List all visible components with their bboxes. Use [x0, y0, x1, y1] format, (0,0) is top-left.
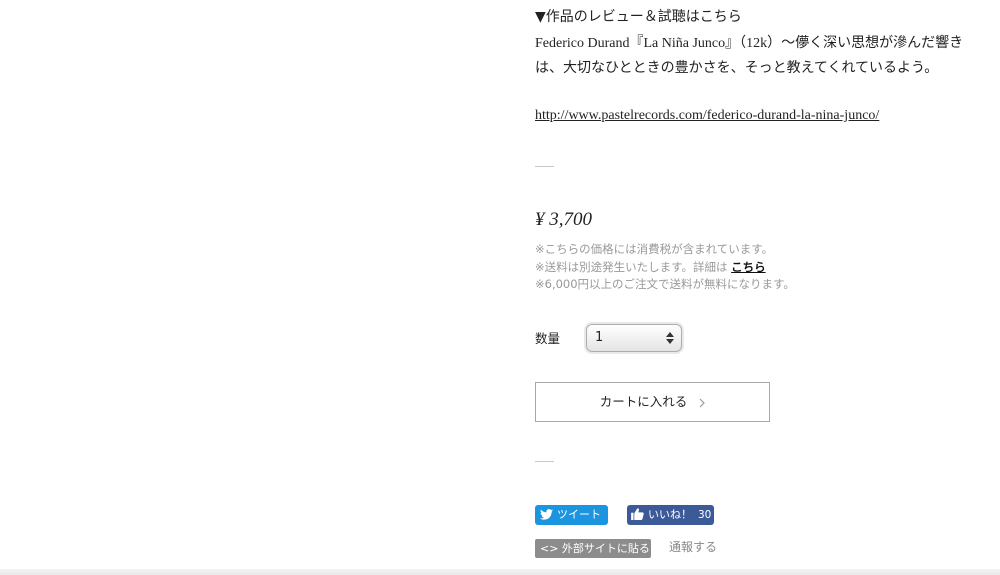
twitter-bird-icon	[540, 509, 553, 520]
bottom-shadow	[0, 569, 1000, 575]
like-button[interactable]: いいね！ 30	[627, 505, 714, 525]
like-label: いいね！	[648, 508, 692, 521]
review-text: Federico Durand『La Niña Junco』（12k）〜儚く深い…	[535, 36, 964, 76]
add-to-cart-button[interactable]: カートに入れる	[535, 382, 770, 422]
shipping-details-link[interactable]: こちら	[731, 260, 766, 274]
report-link[interactable]: 通報する	[669, 538, 717, 557]
tweet-button[interactable]: ツイート	[535, 505, 608, 525]
shipping-note: ※送料は別途発生いたします。詳細は こちら	[535, 259, 766, 276]
like-count: 30	[698, 509, 712, 521]
free-shipping-note: ※6,000円以上のご注文で送料が無料になります。	[535, 277, 795, 291]
divider	[535, 166, 554, 167]
review-link[interactable]: http://www.pastelrecords.com/federico-du…	[535, 106, 879, 126]
review-heading: ▼作品のレビュー＆試聴はこちら	[535, 9, 742, 25]
chevron-right-icon	[699, 398, 706, 407]
shipping-note-text: ※送料は別途発生いたします。詳細は	[535, 260, 728, 274]
quantity-label: 数量	[535, 331, 561, 346]
select-arrows-icon	[666, 332, 674, 344]
tax-note: ※こちらの価格には消費税が含まれています。	[535, 242, 774, 256]
quantity-select[interactable]: 1	[586, 324, 682, 352]
embed-button[interactable]: <> 外部サイトに貼る	[535, 539, 651, 558]
price: ¥ 3,700	[535, 209, 592, 230]
divider	[535, 461, 554, 462]
add-to-cart-label: カートに入れる	[599, 394, 688, 409]
tweet-label: ツイート	[557, 508, 601, 521]
thumbs-up-icon	[631, 508, 644, 520]
quantity-value: 1	[595, 330, 604, 345]
